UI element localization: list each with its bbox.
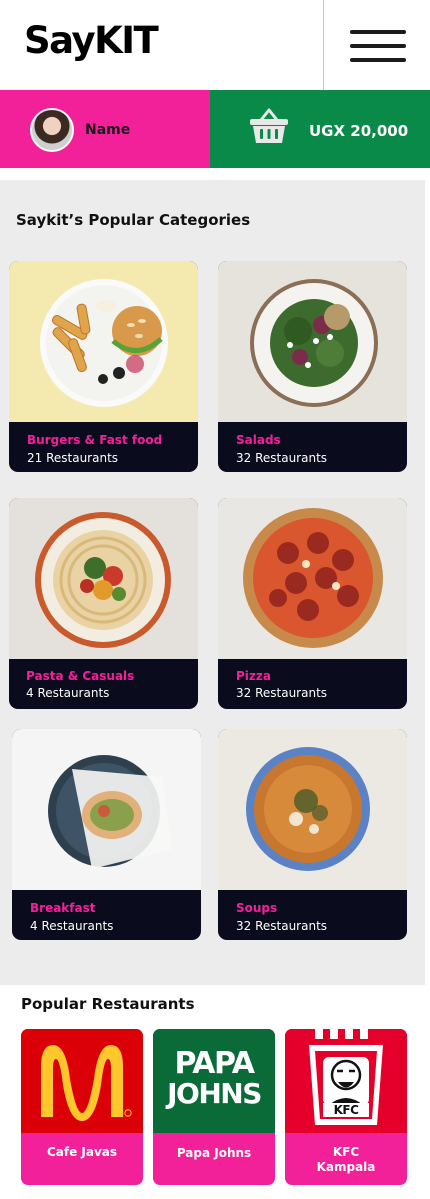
category-card-salads[interactable]: Salads 32 Restaurants bbox=[218, 261, 407, 472]
category-card-pasta[interactable]: Pasta & Casuals 4 Restaurants bbox=[9, 498, 198, 709]
category-count: 4 Restaurants bbox=[30, 919, 114, 933]
restaurant-card-papa-johns[interactable]: PAPA JOHNS Papa Johns bbox=[153, 1029, 275, 1185]
restaurant-card-cafe-javas[interactable]: Cafe Javas bbox=[21, 1029, 143, 1185]
kfc-logo-lettering: KFC bbox=[333, 1103, 359, 1117]
category-name: Breakfast bbox=[30, 901, 96, 915]
wallet-balance: UGX 20,000 bbox=[309, 122, 409, 140]
category-count: 32 Restaurants bbox=[236, 451, 328, 465]
category-name: Burgers & Fast food bbox=[27, 433, 163, 447]
mcdonalds-logo-icon bbox=[21, 1029, 143, 1133]
category-count: 32 Restaurants bbox=[236, 686, 328, 700]
category-count: 21 Restaurants bbox=[27, 451, 119, 465]
category-count: 32 Restaurants bbox=[236, 919, 328, 933]
app-header: SayKIT bbox=[0, 0, 430, 90]
category-name: Salads bbox=[236, 433, 281, 447]
basket-icon bbox=[250, 108, 288, 143]
soup-image bbox=[218, 729, 407, 890]
restaurant-name: Papa Johns bbox=[176, 1146, 252, 1160]
avatar[interactable] bbox=[30, 108, 74, 152]
hamburger-menu-icon[interactable] bbox=[324, 0, 430, 90]
salad-image bbox=[218, 261, 407, 422]
category-name: Soups bbox=[236, 901, 278, 915]
burger-image bbox=[9, 261, 198, 422]
pizza-image bbox=[218, 498, 407, 659]
category-name: Pizza bbox=[236, 669, 271, 683]
pasta-image bbox=[9, 498, 198, 659]
category-card-soups[interactable]: Soups 32 Restaurants bbox=[218, 729, 407, 940]
papa-johns-logo-text: JOHNS bbox=[167, 1077, 262, 1110]
category-card-breakfast[interactable]: Breakfast 4 Restaurants bbox=[12, 729, 201, 940]
restaurant-name: Cafe Javas bbox=[46, 1145, 118, 1159]
restaurant-name: Kampala bbox=[316, 1160, 376, 1174]
papa-johns-logo-icon: PAPA JOHNS bbox=[153, 1029, 275, 1133]
user-name: Name bbox=[85, 122, 131, 138]
papa-johns-logo-text: PAPA bbox=[174, 1046, 255, 1081]
category-count: 4 Restaurants bbox=[26, 686, 110, 700]
category-card-pizza[interactable]: Pizza 32 Restaurants bbox=[218, 498, 407, 709]
category-name: Pasta & Casuals bbox=[26, 669, 135, 683]
user-profile-bar[interactable]: Name bbox=[0, 90, 210, 168]
kfc-logo-icon bbox=[285, 1029, 407, 1133]
basket-button[interactable]: UGX 20,000 bbox=[210, 90, 430, 168]
popular-categories-section: Saykit’s Popular Categories Burgers & Fa… bbox=[0, 180, 425, 985]
categories-title: Saykit’s Popular Categories bbox=[16, 211, 251, 229]
restaurants-title: Popular Restaurants bbox=[21, 995, 195, 1013]
restaurant-name: KFC bbox=[332, 1145, 360, 1159]
breakfast-image bbox=[12, 729, 201, 890]
saykit-logo[interactable]: SayKIT bbox=[24, 22, 159, 59]
category-card-burgers[interactable]: Burgers & Fast food 21 Restaurants bbox=[9, 261, 198, 472]
